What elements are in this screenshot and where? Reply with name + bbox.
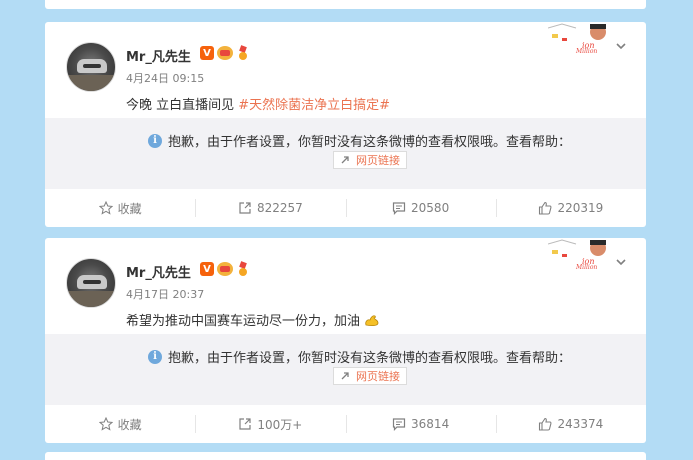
chevron-down-icon[interactable]: [616, 41, 626, 51]
verified-badge[interactable]: V: [200, 262, 214, 276]
post-text: 今晚 立白直播间见 #天然除菌洁净立白搞定#: [126, 94, 390, 113]
notice-text: 抱歉，由于作者设置，你暂时没有这条微博的查看权限哦。查看帮助：: [168, 135, 572, 150]
svg-text:Million: Million: [575, 48, 597, 54]
web-link-button[interactable]: 网页链接: [333, 367, 407, 385]
like-icon: [539, 201, 552, 215]
user-badges: V: [200, 262, 250, 276]
vip-crown-icon[interactable]: [217, 262, 233, 276]
comment-button[interactable]: 20580: [345, 189, 496, 227]
post-actions: 收藏 822257 20580 220319: [45, 189, 646, 227]
verified-badge[interactable]: V: [200, 46, 214, 60]
comment-icon: [392, 418, 406, 431]
repost-icon: [239, 202, 251, 214]
next-post-card: [45, 452, 646, 460]
permission-notice: i 抱歉，由于作者设置，你暂时没有这条微博的查看权限哦。查看帮助： 网页链接: [45, 334, 646, 405]
post-time[interactable]: 4月24日 09:15: [126, 70, 204, 86]
notice-line: i 抱歉，由于作者设置，你暂时没有这条微博的查看权限哦。查看帮助：: [148, 131, 571, 150]
avatar[interactable]: [66, 258, 116, 308]
post-card: Mr_凡先生 V 4月17日 20:37 希望为推动中国赛车运动尽一份力，加油 …: [45, 238, 646, 443]
vip-crown-icon[interactable]: [217, 46, 233, 60]
collect-label: 收藏: [117, 417, 142, 432]
star-icon: [98, 417, 113, 431]
like-icon: [539, 417, 552, 431]
muscle-emoji-icon: [365, 315, 379, 326]
star-icon: [98, 201, 113, 215]
comment-count: 20580: [411, 201, 450, 215]
repost-count: 822257: [256, 201, 303, 215]
collect-label: 收藏: [117, 201, 142, 216]
notice-text: 抱歉，由于作者设置，你暂时没有这条微博的查看权限哦。查看帮助：: [168, 351, 572, 366]
post-card: Mr_凡先生 V 4月24日 09:15 今晚 立白直播间见 #天然除菌洁净立白…: [45, 22, 646, 227]
comment-icon: [392, 202, 406, 215]
web-link-button[interactable]: 网页链接: [333, 151, 407, 169]
card-decoration-icon: ion Million: [548, 23, 606, 54]
collect-button[interactable]: 收藏: [45, 189, 195, 227]
medal-icon[interactable]: [236, 262, 250, 276]
repost-button[interactable]: 822257: [195, 189, 345, 227]
comment-button[interactable]: 36814: [345, 405, 496, 443]
post-text-body: 今晚 立白直播间见: [126, 98, 239, 113]
like-button[interactable]: 243374: [495, 405, 646, 443]
collect-button[interactable]: 收藏: [45, 405, 195, 443]
like-count: 220319: [557, 201, 604, 215]
repost-button[interactable]: 100万+: [195, 405, 345, 443]
chevron-down-icon[interactable]: [616, 257, 626, 267]
like-button[interactable]: 220319: [495, 189, 646, 227]
previous-post-card: [45, 0, 646, 9]
post-text-body: 希望为推动中国赛车运动尽一份力，加油: [126, 314, 361, 329]
repost-count: 100万+: [257, 417, 303, 432]
avatar[interactable]: [66, 42, 116, 92]
web-link-label: 网页链接: [356, 154, 400, 167]
info-icon: i: [148, 349, 162, 364]
info-icon: i: [148, 133, 162, 148]
topic-link[interactable]: #天然除菌洁净立白搞定#: [238, 98, 390, 113]
user-badges: V: [200, 46, 250, 60]
username[interactable]: Mr_凡先生: [126, 46, 191, 65]
web-link-label: 网页链接: [356, 370, 400, 383]
like-count: 243374: [557, 417, 604, 431]
link-icon: [341, 372, 349, 380]
post-actions: 收藏 100万+ 36814 243374: [45, 405, 646, 443]
svg-text:Million: Million: [575, 264, 597, 270]
permission-notice: i 抱歉，由于作者设置，你暂时没有这条微博的查看权限哦。查看帮助： 网页链接: [45, 118, 646, 189]
post-text: 希望为推动中国赛车运动尽一份力，加油: [126, 310, 380, 329]
comment-count: 36814: [411, 417, 450, 431]
link-icon: [341, 156, 349, 164]
notice-line: i 抱歉，由于作者设置，你暂时没有这条微博的查看权限哦。查看帮助：: [148, 347, 571, 366]
post-time[interactable]: 4月17日 20:37: [126, 286, 204, 302]
username[interactable]: Mr_凡先生: [126, 262, 191, 281]
card-decoration-icon: ion Million: [548, 239, 606, 270]
medal-icon[interactable]: [236, 46, 250, 60]
repost-icon: [239, 418, 251, 430]
